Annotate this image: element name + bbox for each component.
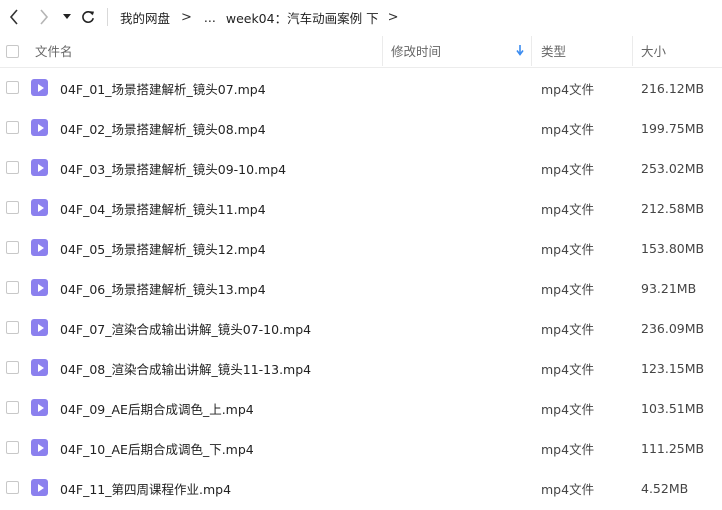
video-file-icon xyxy=(31,479,48,496)
row-checkbox[interactable] xyxy=(6,121,19,134)
file-type: mp4文件 xyxy=(541,241,595,257)
file-name[interactable]: 04F_06_场景搭建解析_镜头13.mp4 xyxy=(60,268,266,308)
table-row[interactable]: 04F_03_场景搭建解析_镜头09-10.mp4 mp4文件 253.02MB xyxy=(0,148,722,188)
file-type: mp4文件 xyxy=(541,401,595,417)
file-type: mp4文件 xyxy=(541,201,595,217)
column-header-size[interactable]: 大小 xyxy=(641,34,666,67)
file-list-header: 文件名 修改时间 类型 大小 xyxy=(0,34,722,68)
column-divider[interactable] xyxy=(632,36,633,66)
table-row[interactable]: 04F_06_场景搭建解析_镜头13.mp4 mp4文件 93.21MB xyxy=(0,268,722,308)
video-file-icon xyxy=(31,239,48,256)
column-header-name[interactable]: 文件名 xyxy=(35,34,73,67)
row-checkbox[interactable] xyxy=(6,361,19,374)
file-name[interactable]: 04F_07_渲染合成输出讲解_镜头07-10.mp4 xyxy=(60,308,311,348)
file-size: 199.75MB xyxy=(641,120,705,136)
breadcrumb-current[interactable]: week04：汽车动画案例 下 xyxy=(226,8,379,27)
file-size: 253.02MB xyxy=(641,160,705,176)
table-row[interactable]: 04F_05_场景搭建解析_镜头12.mp4 mp4文件 153.80MB xyxy=(0,228,722,268)
row-checkbox[interactable] xyxy=(6,321,19,334)
file-type: mp4文件 xyxy=(541,441,595,457)
table-row[interactable]: 04F_08_渲染合成输出讲解_镜头11-13.mp4 mp4文件 123.15… xyxy=(0,348,722,388)
file-type: mp4文件 xyxy=(541,481,595,497)
file-name[interactable]: 04F_09_AE后期合成调色_上.mp4 xyxy=(60,388,254,428)
row-checkbox[interactable] xyxy=(6,481,19,494)
file-name[interactable]: 04F_01_场景搭建解析_镜头07.mp4 xyxy=(60,68,266,108)
table-row[interactable]: 04F_07_渲染合成输出讲解_镜头07-10.mp4 mp4文件 236.09… xyxy=(0,308,722,348)
history-dropdown-button[interactable] xyxy=(60,8,74,26)
breadcrumb-root[interactable]: 我的网盘 xyxy=(120,8,170,27)
table-row[interactable]: 04F_01_场景搭建解析_镜头07.mp4 mp4文件 216.12MB xyxy=(0,68,722,108)
file-name[interactable]: 04F_10_AE后期合成调色_下.mp4 xyxy=(60,428,254,468)
file-name[interactable]: 04F_03_场景搭建解析_镜头09-10.mp4 xyxy=(60,148,286,188)
toolbar-divider xyxy=(107,8,108,26)
video-file-icon xyxy=(31,319,48,336)
caret-down-icon xyxy=(63,14,71,19)
refresh-icon xyxy=(82,11,94,23)
video-file-icon xyxy=(31,199,48,216)
select-all-checkbox[interactable] xyxy=(6,45,19,58)
file-type: mp4文件 xyxy=(541,281,595,297)
breadcrumb: 我的网盘 > ... week04：汽车动画案例 下 > xyxy=(120,8,410,26)
breadcrumb-separator: > xyxy=(181,9,192,25)
file-list: 04F_01_场景搭建解析_镜头07.mp4 mp4文件 216.12MB 04… xyxy=(0,68,722,508)
row-checkbox[interactable] xyxy=(6,281,19,294)
forward-button[interactable] xyxy=(36,8,52,26)
file-size: 216.12MB xyxy=(641,80,705,96)
chevron-right-icon xyxy=(40,9,49,25)
video-file-icon xyxy=(31,439,48,456)
refresh-button[interactable] xyxy=(80,8,96,26)
file-name[interactable]: 04F_05_场景搭建解析_镜头12.mp4 xyxy=(60,228,266,268)
file-size: 103.51MB xyxy=(641,400,705,416)
file-size: 93.21MB xyxy=(641,280,697,296)
column-header-type[interactable]: 类型 xyxy=(541,34,566,67)
file-name[interactable]: 04F_04_场景搭建解析_镜头11.mp4 xyxy=(60,188,266,228)
row-checkbox[interactable] xyxy=(6,201,19,214)
column-divider[interactable] xyxy=(382,36,383,66)
file-size: 153.80MB xyxy=(641,240,705,256)
arrow-down-icon xyxy=(516,45,524,56)
video-file-icon xyxy=(31,399,48,416)
navigation-bar: 我的网盘 > ... week04：汽车动画案例 下 > xyxy=(0,0,722,34)
video-file-icon xyxy=(31,159,48,176)
file-type: mp4文件 xyxy=(541,81,595,97)
breadcrumb-separator: > xyxy=(387,9,399,25)
row-checkbox[interactable] xyxy=(6,81,19,94)
back-button[interactable] xyxy=(6,8,22,26)
table-row[interactable]: 04F_09_AE后期合成调色_上.mp4 mp4文件 103.51MB xyxy=(0,388,722,428)
video-file-icon xyxy=(31,279,48,296)
file-name[interactable]: 04F_08_渲染合成输出讲解_镜头11-13.mp4 xyxy=(60,348,311,388)
row-checkbox[interactable] xyxy=(6,161,19,174)
video-file-icon xyxy=(31,79,48,96)
file-size: 4.52MB xyxy=(641,480,689,496)
sort-indicator[interactable] xyxy=(516,34,524,67)
breadcrumb-ellipsis[interactable]: ... xyxy=(204,10,216,25)
row-checkbox[interactable] xyxy=(6,401,19,414)
table-row[interactable]: 04F_04_场景搭建解析_镜头11.mp4 mp4文件 212.58MB xyxy=(0,188,722,228)
chevron-left-icon xyxy=(9,9,18,25)
file-size: 111.25MB xyxy=(641,440,705,456)
file-size: 236.09MB xyxy=(641,320,705,336)
column-header-modified[interactable]: 修改时间 xyxy=(391,34,441,67)
table-row[interactable]: 04F_10_AE后期合成调色_下.mp4 mp4文件 111.25MB xyxy=(0,428,722,468)
video-file-icon xyxy=(31,359,48,376)
file-type: mp4文件 xyxy=(541,161,595,177)
row-checkbox[interactable] xyxy=(6,441,19,454)
video-file-icon xyxy=(31,119,48,136)
file-size: 123.15MB xyxy=(641,360,705,376)
file-name[interactable]: 04F_11_第四周课程作业.mp4 xyxy=(60,468,231,508)
file-name[interactable]: 04F_02_场景搭建解析_镜头08.mp4 xyxy=(60,108,266,148)
file-type: mp4文件 xyxy=(541,361,595,377)
file-type: mp4文件 xyxy=(541,321,595,337)
file-type: mp4文件 xyxy=(541,121,595,137)
file-size: 212.58MB xyxy=(641,200,705,216)
row-checkbox[interactable] xyxy=(6,241,19,254)
table-row[interactable]: 04F_11_第四周课程作业.mp4 mp4文件 4.52MB xyxy=(0,468,722,508)
column-divider[interactable] xyxy=(531,36,532,66)
table-row[interactable]: 04F_02_场景搭建解析_镜头08.mp4 mp4文件 199.75MB xyxy=(0,108,722,148)
